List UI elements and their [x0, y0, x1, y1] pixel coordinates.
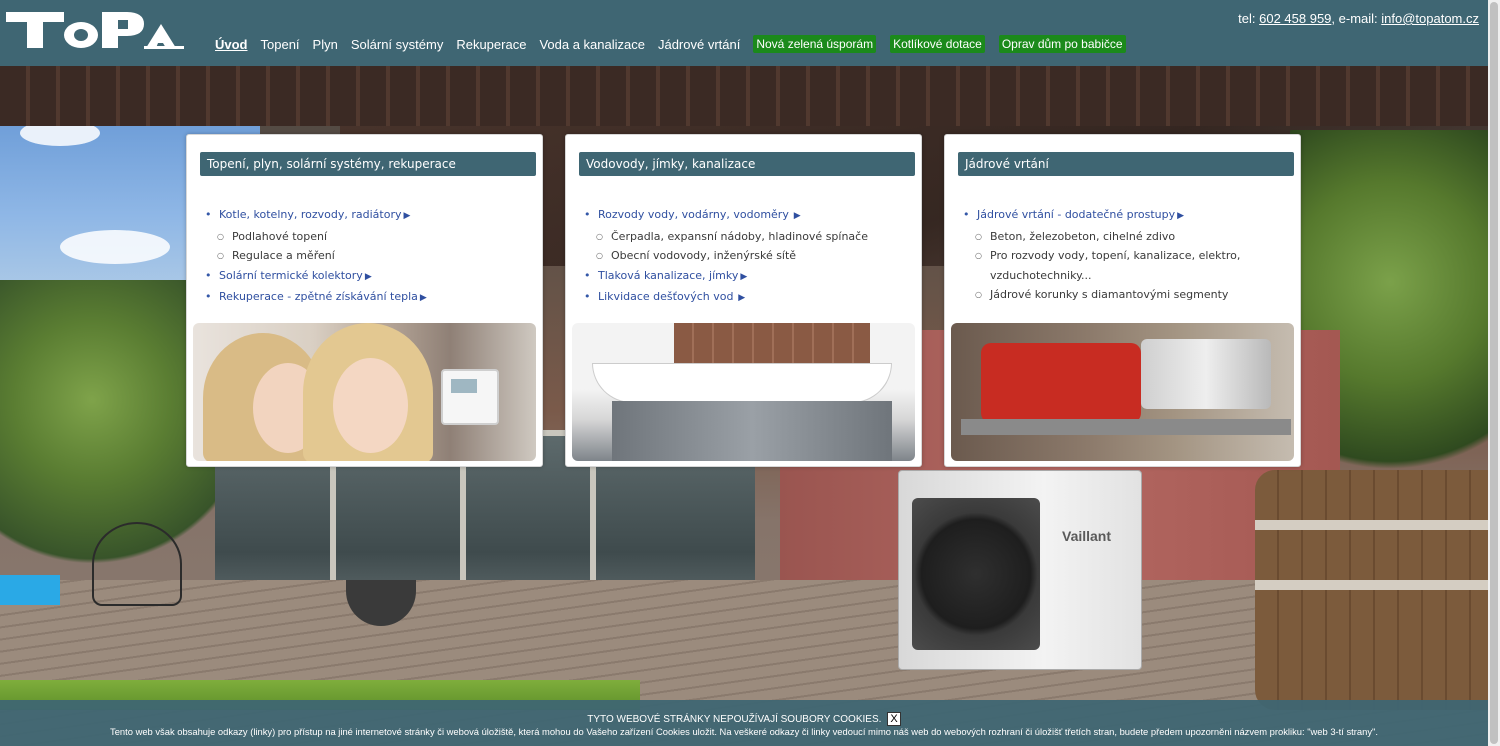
cookie-title: TYTO WEBOVÉ STRÁNKY NEPOUŽÍVAJÍ SOUBORY … — [587, 714, 882, 725]
nav-item-kotlikove-dotace[interactable]: Kotlíkové dotace — [890, 35, 985, 53]
list-subitem: Regulace a měření — [205, 246, 530, 266]
photo-shape — [961, 419, 1291, 435]
photo-shape — [592, 363, 892, 403]
card-title: Jádrové vrtání — [958, 152, 1294, 176]
list-link[interactable]: Tlaková kanalizace, jímky — [598, 269, 738, 282]
scrollbar-thumb[interactable] — [1490, 2, 1498, 744]
cookie-bar: TYTO WEBOVÉ STRÁNKY NEPOUŽÍVAJÍ SOUBORY … — [0, 700, 1488, 746]
card-image-core-drill[interactable] — [951, 323, 1294, 461]
barrel-band — [1255, 580, 1488, 590]
card-title: Topení, plyn, solární systémy, rekuperac… — [200, 152, 536, 176]
caret-right-icon: ▶ — [419, 293, 427, 303]
list-link[interactable]: Kotle, kotelny, rozvody, radiátory — [219, 208, 401, 221]
list-link[interactable]: Rozvody vody, vodárny, vodoměry — [598, 208, 789, 221]
photo-shape — [674, 323, 870, 363]
list-link[interactable]: Jádrové vrtání - dodatečné prostupy — [977, 208, 1175, 221]
email-prefix: , e-mail: — [1331, 11, 1382, 26]
list-subitem: Pro rozvody vody, topení, kanalizace, el… — [963, 246, 1288, 285]
list-link[interactable]: Solární termické kolektory — [219, 269, 363, 282]
photo-shape — [981, 343, 1141, 423]
heat-pump-fan — [912, 498, 1040, 650]
list-subitem: Podlahové topení — [205, 227, 530, 247]
contact-info: tel: 602 458 959, e-mail: info@topatom.c… — [1238, 11, 1479, 26]
caret-right-icon: ▶ — [790, 211, 801, 221]
photo-shape — [333, 358, 408, 453]
cookie-title-row: TYTO WEBOVÉ STRÁNKY NEPOUŽÍVAJÍ SOUBORY … — [0, 712, 1488, 726]
logo-graphic — [6, 12, 184, 49]
list-item: Solární termické kolektory▶ — [205, 266, 530, 288]
roof-beams — [0, 66, 1488, 126]
nav-item-voda-a-kanalizace[interactable]: Voda a kanalizace — [539, 37, 645, 52]
nav-item-uvod[interactable]: Úvod — [215, 37, 248, 52]
list-item: Rekuperace - zpětné získávání tepla▶ — [205, 287, 530, 309]
heat-pump-brand: Vaillant — [1062, 528, 1112, 544]
main-nav: Úvod Topení Plyn Solární systémy Rekuper… — [215, 35, 1140, 53]
caret-right-icon: ▶ — [364, 271, 372, 282]
caret-right-icon: ▶ — [403, 211, 411, 221]
photo-shape — [1141, 339, 1271, 409]
email-link[interactable]: info@topatom.cz — [1381, 11, 1479, 26]
list-link[interactable]: Rekuperace - zpětné získávání tepla — [219, 290, 418, 303]
card-topeni: Topení, plyn, solární systémy, rekuperac… — [186, 134, 543, 467]
nav-item-nova-zelena-usporam[interactable]: Nová zelená úsporám — [753, 35, 877, 53]
tel-prefix: tel: — [1238, 11, 1260, 26]
caret-right-icon: ▶ — [735, 293, 746, 303]
cloud — [60, 230, 170, 264]
list-subitem: Jádrové korunky s diamantovými segmenty — [963, 285, 1288, 305]
nav-item-rekuperace[interactable]: Rekuperace — [456, 37, 526, 52]
list-subitem: Čerpadla, expansní nádoby, hladinové spí… — [584, 227, 909, 247]
card-image-thermostat-family[interactable] — [193, 323, 536, 461]
card-title: Vodovody, jímky, kanalizace — [579, 152, 915, 176]
phone-link[interactable]: 602 458 959 — [1259, 11, 1331, 26]
caret-right-icon: ▶ — [740, 271, 748, 282]
nav-item-topeni[interactable]: Topení — [261, 37, 300, 52]
photo-shape — [612, 401, 892, 461]
nav-item-solarni-systemy[interactable]: Solární systémy — [351, 37, 443, 52]
barrel-band — [1255, 520, 1488, 530]
scrollbar[interactable] — [1488, 0, 1500, 746]
card-list: Rozvody vody, vodárny, vodoměry ▶ Čerpad… — [584, 205, 909, 309]
logo[interactable] — [6, 10, 184, 50]
cookie-close-button[interactable]: X — [887, 712, 901, 726]
card-list: Kotle, kotelny, rozvody, radiátory▶ Podl… — [205, 205, 530, 309]
list-item: Tlaková kanalizace, jímky▶ — [584, 266, 909, 288]
nav-item-jadrove-vrtani[interactable]: Jádrové vrtání — [658, 37, 740, 52]
nav-item-oprav-dum-po-babicce[interactable]: Oprav dům po babičce — [998, 35, 1126, 53]
site-header: Úvod Topení Plyn Solární systémy Rekuper… — [0, 0, 1488, 66]
card-image-sink[interactable] — [572, 323, 915, 461]
thermostat-device — [441, 369, 499, 425]
nav-item-plyn[interactable]: Plyn — [313, 37, 338, 52]
pool — [0, 575, 60, 605]
card-jadrove-vrtani: Jádrové vrtání Jádrové vrtání - dodatečn… — [944, 134, 1301, 467]
card-vodovody: Vodovody, jímky, kanalizace Rozvody vody… — [565, 134, 922, 467]
list-item: Jádrové vrtání - dodatečné prostupy▶ — [963, 205, 1288, 227]
list-subitem: Obecní vodovody, inženýrské sítě — [584, 246, 909, 266]
caret-right-icon: ▶ — [1177, 211, 1185, 221]
list-item: Rozvody vody, vodárny, vodoměry ▶ — [584, 205, 909, 227]
list-item: Kotle, kotelny, rozvody, radiátory▶ — [205, 205, 530, 227]
card-list: Jádrové vrtání - dodatečné prostupy▶ Bet… — [963, 205, 1288, 305]
wooden-barrel — [1255, 470, 1488, 710]
list-link[interactable]: Likvidace dešťových vod — [598, 290, 733, 303]
list-subitem: Beton, železobeton, cihelné zdivo — [963, 227, 1288, 247]
list-item: Likvidace dešťových vod ▶ — [584, 287, 909, 309]
cookie-text: Tento web však obsahuje odkazy (linky) p… — [110, 726, 1378, 737]
chair — [92, 522, 182, 606]
